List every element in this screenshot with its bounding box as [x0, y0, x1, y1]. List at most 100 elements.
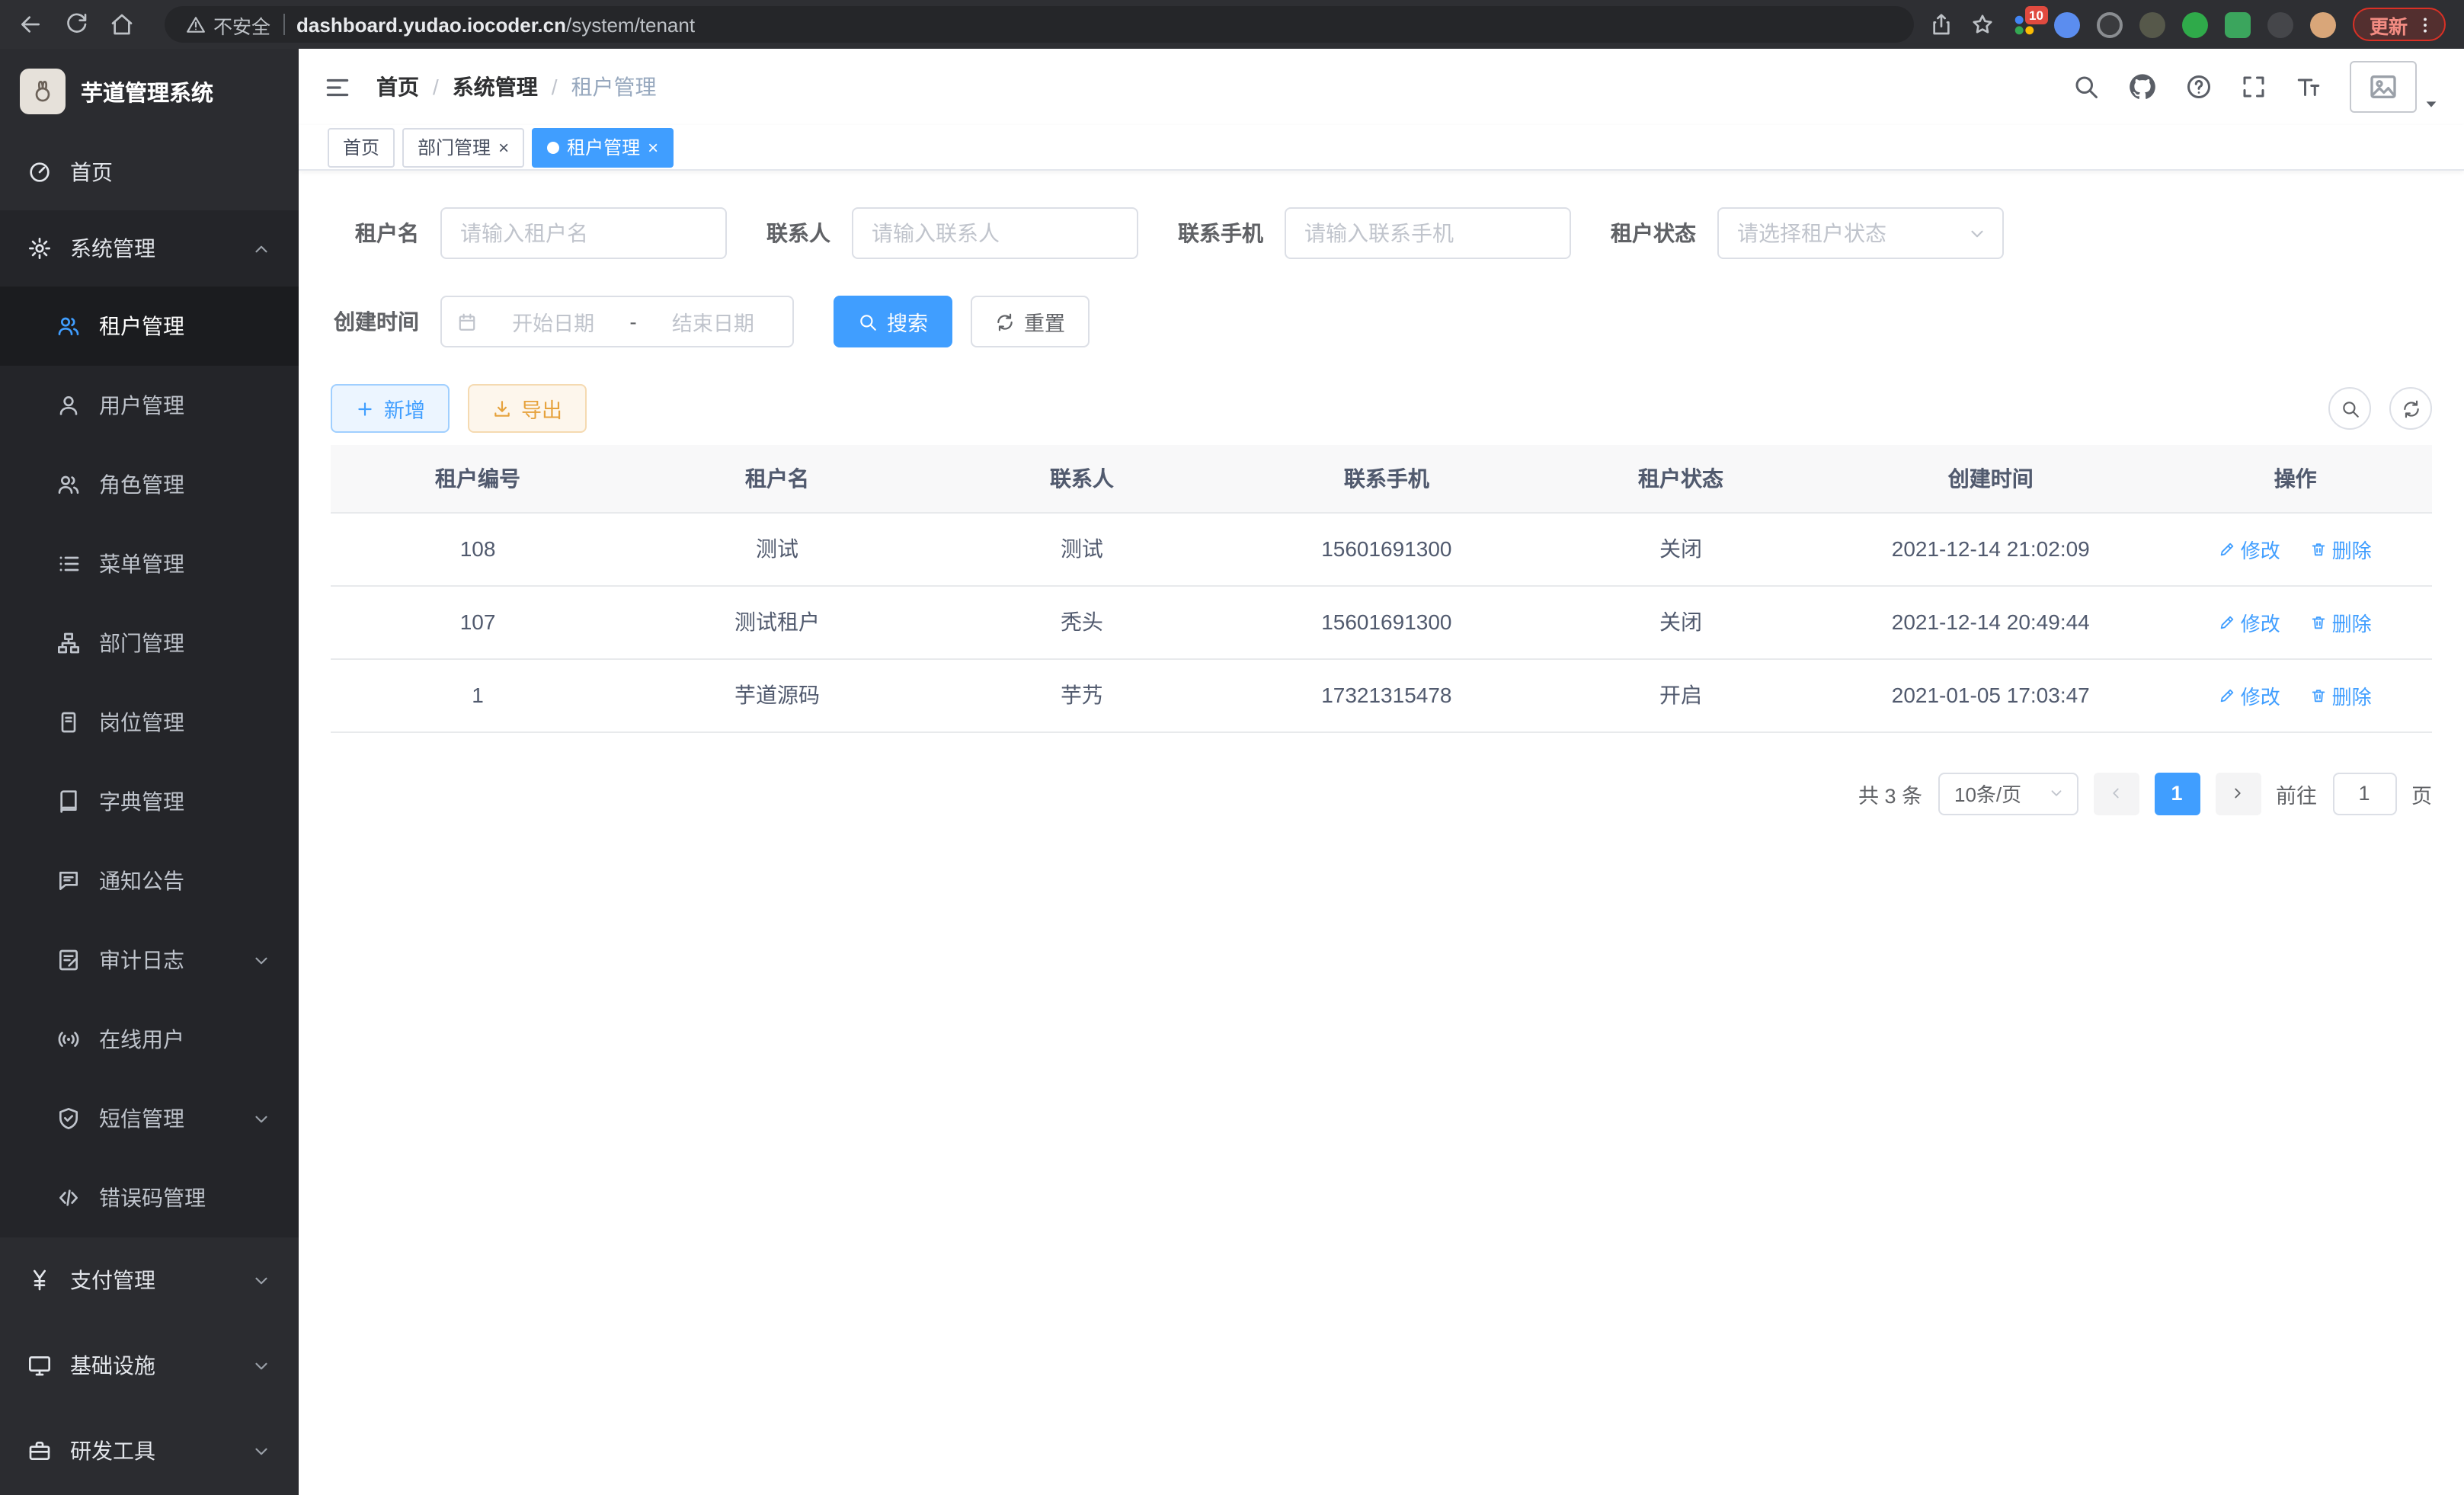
- cell-actions: 修改 删除: [2158, 585, 2432, 658]
- show-search-toggle-button[interactable]: [2328, 387, 2371, 430]
- github-icon[interactable]: [2127, 72, 2158, 102]
- main-area: 首页 / 系统管理 / 租户管理: [299, 49, 2464, 1495]
- goto-page-input[interactable]: [2332, 772, 2396, 815]
- export-button[interactable]: 导出: [468, 384, 587, 433]
- share-button[interactable]: [1929, 12, 1954, 37]
- next-page-button[interactable]: [2215, 772, 2261, 815]
- sidebar-item-users[interactable]: 用户管理: [0, 366, 299, 445]
- prev-page-button[interactable]: [2093, 772, 2139, 815]
- badge-icon: [56, 710, 81, 735]
- browser-menu-kebab-icon[interactable]: [2415, 14, 2435, 34]
- contact-input[interactable]: [852, 207, 1138, 259]
- page-size-select[interactable]: 10条/页: [1938, 772, 2078, 815]
- browser-update-button[interactable]: 更新: [2353, 8, 2446, 41]
- delete-link[interactable]: 删除: [2311, 607, 2372, 636]
- sidebar-item-posts[interactable]: 岗位管理: [0, 683, 299, 762]
- user-avatar-menu[interactable]: [2350, 61, 2440, 113]
- sidebar-item-home[interactable]: 首页: [0, 134, 299, 210]
- sidebar: 芋道管理系统 首页 系统管理 租户管理 用户管理: [0, 49, 299, 1495]
- page-content: 租户名 联系人 联系手机 租户状态 请选择租户状态 创建时间: [299, 171, 2464, 1495]
- extension-badge: 10: [2024, 5, 2048, 24]
- extension-puzzle-icon[interactable]: [2267, 11, 2293, 37]
- create-time-range-picker[interactable]: 开始日期 - 结束日期: [440, 296, 794, 347]
- extension-dark-ring-icon[interactable]: [2097, 11, 2123, 37]
- delete-link[interactable]: 删除: [2311, 680, 2372, 709]
- delete-link[interactable]: 删除: [2311, 534, 2372, 563]
- sidebar-item-label: 基础设施: [70, 1350, 155, 1381]
- sidebar-item-roles[interactable]: 角色管理: [0, 445, 299, 524]
- browser-toolbar-right: 10 更新: [1929, 8, 2446, 41]
- search-button[interactable]: 搜索: [834, 296, 952, 347]
- sidebar-item-departments[interactable]: 部门管理: [0, 603, 299, 683]
- phone-input[interactable]: [1285, 207, 1571, 259]
- edit-link[interactable]: 修改: [2219, 534, 2280, 563]
- contact-label: 联系人: [766, 218, 830, 248]
- reset-button[interactable]: 重置: [971, 296, 1090, 347]
- sidebar-toggle-button[interactable]: [323, 72, 352, 101]
- refresh-icon: [995, 312, 1015, 331]
- sidebar-item-sms[interactable]: 短信管理: [0, 1079, 299, 1158]
- extension-blue-icon[interactable]: [2054, 11, 2080, 37]
- sidebar-item-label: 部门管理: [99, 628, 184, 658]
- tags-view-bar: 首页 部门管理 × 租户管理 ×: [299, 125, 2464, 171]
- cell-status: 关闭: [1539, 585, 1822, 658]
- tab-label: 首页: [343, 134, 379, 160]
- close-icon[interactable]: ×: [648, 138, 658, 156]
- sidebar-item-dev-tools[interactable]: 研发工具: [0, 1408, 299, 1493]
- address-bar[interactable]: 不安全 dashboard.yudao.iocoder.cn/system/te…: [165, 6, 1914, 43]
- extension-green-circle-icon[interactable]: [2182, 11, 2208, 37]
- bookmark-star-button[interactable]: [1970, 12, 1995, 37]
- tenant-name-input[interactable]: [440, 207, 727, 259]
- close-icon[interactable]: ×: [498, 138, 509, 156]
- profile-avatar-icon[interactable]: [2310, 11, 2336, 37]
- sidebar-item-dictionary[interactable]: 字典管理: [0, 762, 299, 841]
- security-indicator[interactable]: 不安全: [186, 10, 270, 39]
- sidebar-item-label: 岗位管理: [99, 707, 184, 738]
- current-page-button[interactable]: 1: [2154, 772, 2200, 815]
- trash-icon: [2311, 613, 2328, 630]
- browser-reload-button[interactable]: [64, 12, 88, 37]
- sidebar-item-infrastructure[interactable]: 基础设施: [0, 1323, 299, 1408]
- browser-home-button[interactable]: [110, 12, 134, 37]
- chevron-down-icon: [1967, 223, 1987, 243]
- sidebar-item-menus[interactable]: 菜单管理: [0, 524, 299, 603]
- add-button[interactable]: 新增: [331, 384, 450, 433]
- sidebar-item-system[interactable]: 系统管理: [0, 210, 299, 287]
- edit-link[interactable]: 修改: [2219, 680, 2280, 709]
- cell-created: 2021-12-14 20:49:44: [1822, 585, 2158, 658]
- avatar: [2350, 61, 2417, 113]
- header-search-button[interactable]: [2072, 73, 2100, 101]
- sidebar-item-online-users[interactable]: 在线用户: [0, 1000, 299, 1079]
- caret-down-icon: [2423, 96, 2440, 113]
- help-icon[interactable]: [2185, 73, 2213, 101]
- extension-cluster-icon[interactable]: 10: [2011, 11, 2037, 37]
- sidebar-item-audit-log[interactable]: 审计日志: [0, 920, 299, 1000]
- tab-departments[interactable]: 部门管理 ×: [402, 127, 524, 167]
- filter-row-1: 租户名 联系人 联系手机 租户状态 请选择租户状态: [331, 207, 2432, 259]
- fullscreen-icon[interactable]: [2240, 73, 2267, 101]
- cell-tenant-id: 107: [331, 585, 625, 658]
- create-time-label: 创建时间: [331, 306, 419, 337]
- sidebar-item-error-codes[interactable]: 错误码管理: [0, 1158, 299, 1237]
- sidebar-item-payment[interactable]: 支付管理: [0, 1237, 299, 1323]
- tab-tenant[interactable]: 租户管理 ×: [532, 127, 674, 167]
- breadcrumb-system[interactable]: 系统管理: [453, 72, 538, 102]
- browser-back-button[interactable]: [18, 12, 43, 37]
- extension-green-chat-icon[interactable]: [2225, 11, 2251, 37]
- refresh-table-button[interactable]: [2389, 387, 2432, 430]
- edit-link[interactable]: 修改: [2219, 607, 2280, 636]
- font-size-icon[interactable]: [2295, 73, 2322, 101]
- sidebar-system-group: 系统管理 租户管理 用户管理 角色管理 菜单管理: [0, 210, 299, 1237]
- table-header-row: 租户编号 租户名 联系人 联系手机 租户状态 创建时间 操作: [331, 445, 2432, 512]
- phone-label: 联系手机: [1178, 218, 1263, 248]
- edit-icon: [2219, 540, 2236, 557]
- tab-home[interactable]: 首页: [328, 127, 395, 167]
- sidebar-item-notices[interactable]: 通知公告: [0, 841, 299, 920]
- status-select[interactable]: 请选择租户状态: [1717, 207, 2004, 259]
- extension-olive-icon[interactable]: [2139, 11, 2165, 37]
- chevron-down-icon: [2047, 785, 2064, 802]
- breadcrumb-home[interactable]: 首页: [376, 72, 419, 102]
- sidebar-item-tenant[interactable]: 租户管理: [0, 287, 299, 366]
- add-button-label: 新增: [384, 393, 425, 424]
- top-navbar: 首页 / 系统管理 / 租户管理: [299, 49, 2464, 125]
